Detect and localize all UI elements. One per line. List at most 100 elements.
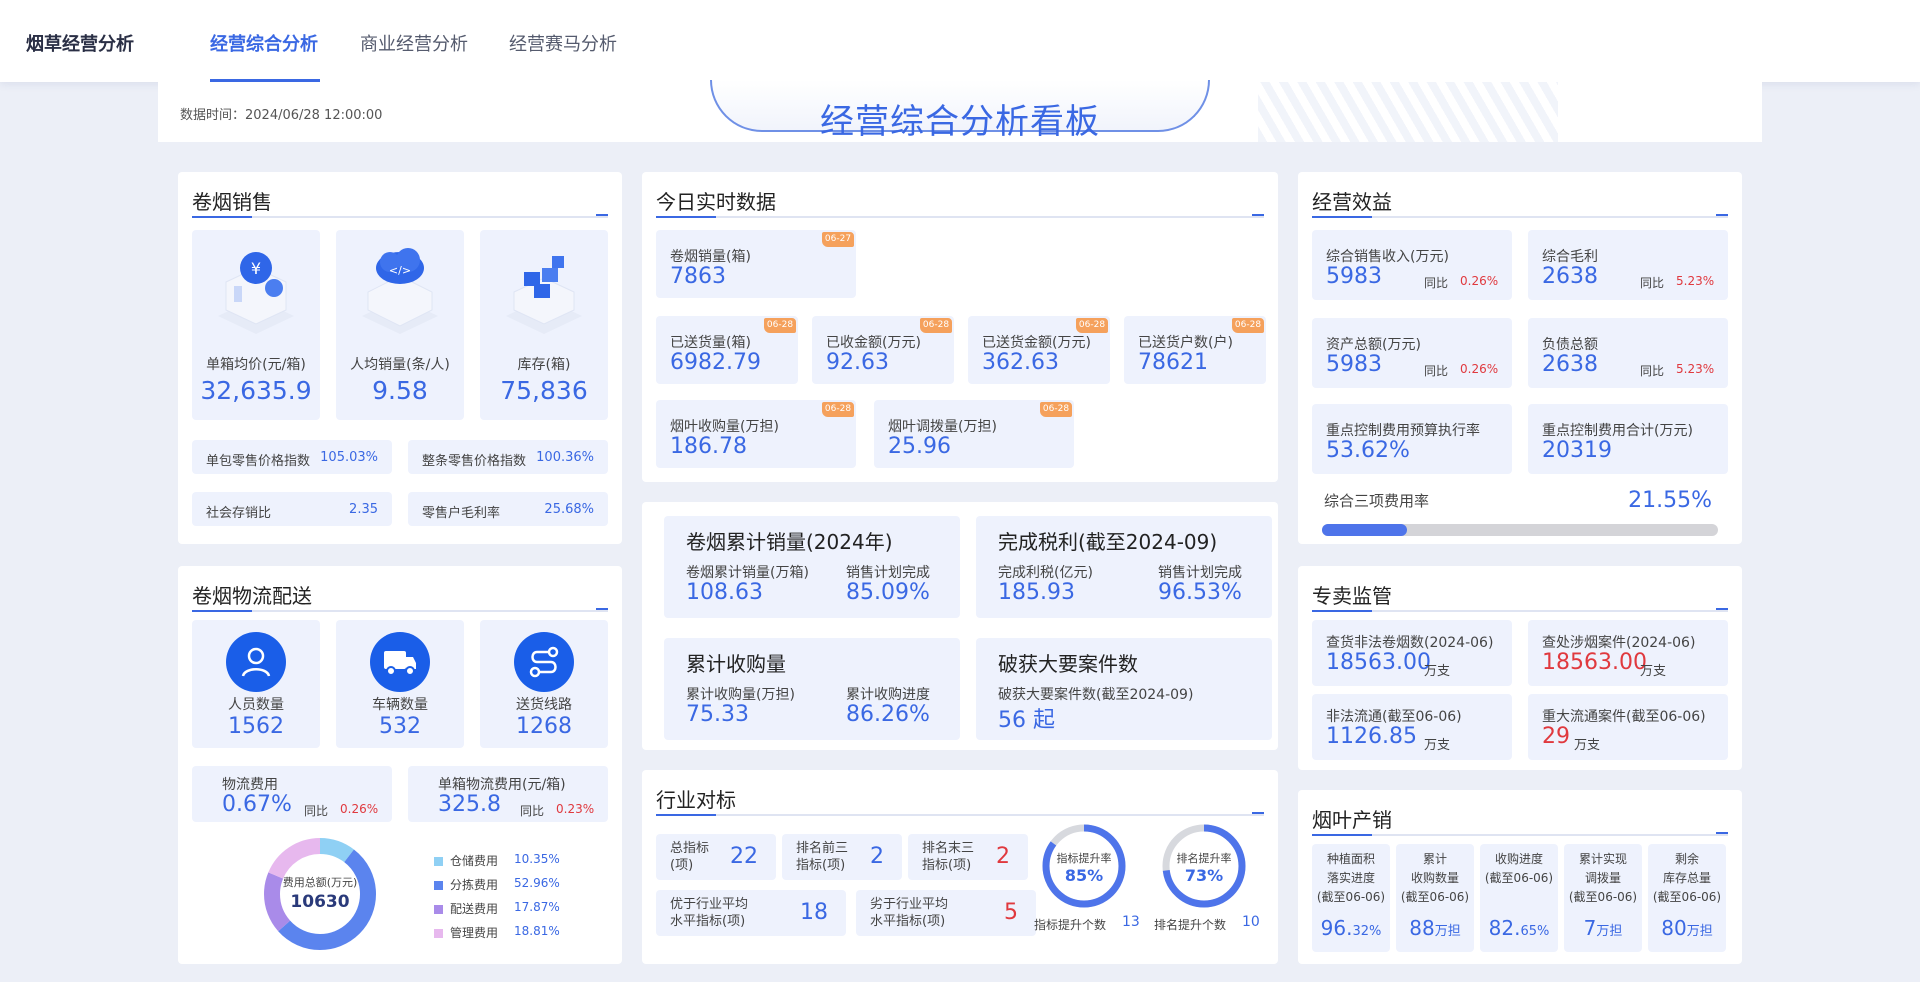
rate-label: 综合三项费用率 [1324,492,1430,510]
benchmark-label: 总指标 (项) [670,841,710,873]
legend-row: 管理费用 18.81% [434,924,604,948]
kpi-card-per-capita-sales: </> 人均销量(条/人) 9.58 [336,230,464,420]
benefit-value: 53.62% [1326,438,1410,463]
realtime-value: 186.78 [670,434,747,459]
realtime-label: 已送货量(箱) [670,335,751,351]
money-icon: ¥ [218,252,294,334]
leaf-value: 80 [1661,916,1687,940]
realtime-label: 烟叶调拨量(万担) [888,419,997,435]
benchmark-value: 2 [996,844,1010,869]
date-badge: 06-28 [1076,318,1108,333]
date-badge: 06-28 [920,318,952,333]
legend-label: 分拣费用 [450,878,499,892]
monopoly-value: 18563.00 [1326,650,1431,675]
monopoly-label: 查货非法卷烟数(2024-06) [1326,635,1494,651]
realtime-value: 362.63 [982,350,1059,375]
truck-icon [370,632,430,692]
title-tick [596,608,608,610]
panel-logistics: 卷烟物流配送 人员数量 1562 车辆数量 532 送货线路 1268 物流费用… [178,566,622,964]
benefit-label: 综合销售收入(万元) [1326,249,1449,265]
realtime-value: 6982.79 [670,350,761,375]
benefit-card: 负债总额 2638 同比 5.23% [1528,318,1728,388]
kpi-card-avg-price: ¥ 单箱均价(元/箱) 32,635.9 [192,230,320,420]
block-item-label: 销售计划完成 [1158,565,1242,581]
ring-sub-label: 排名提升个数 [1154,918,1227,932]
yoy-label: 同比 [1424,276,1449,290]
legend-swatch [434,881,443,890]
benefit-card: 综合毛利 2638 同比 5.23% [1528,230,1728,300]
tab-commercial-analysis[interactable]: 商业经营分析 [360,30,468,56]
benefit-label: 综合毛利 [1542,249,1598,265]
monopoly-unit: 万支 [1574,738,1601,753]
benefit-value: 2638 [1542,264,1598,289]
unit-cost-value: 325.8 [438,792,501,817]
block-title: 完成税利(截至2024-09) [998,530,1218,554]
page-title: 经营综合分析看板 [820,102,1100,142]
tab-race-analysis[interactable]: 经营赛马分析 [509,30,617,56]
realtime-value: 7863 [670,264,726,289]
block-title: 累计收购量 [686,652,786,676]
legend-value: 18.81% [514,924,560,938]
block-item-value: 96.53% [1158,580,1242,605]
title-tick [1252,214,1264,216]
panel-realtime: 今日实时数据 06-27 卷烟销量(箱) 7863 06-28 已送货量(箱) 6982.… [642,172,1278,482]
index-value: 25.68% [544,502,594,517]
leaf-value: 88 [1409,916,1435,940]
svg-text:¥: ¥ [251,259,261,278]
index-card: 社会存销比 2.35 [192,492,392,526]
panel-title: 今日实时数据 [656,190,776,214]
leaf-value-row: 88万担 [1396,916,1474,940]
top-nav-bar: 烟草经营分析 经营综合分析 商业经营分析 经营赛马分析 [0,0,1920,82]
monopoly-card: 查货非法卷烟数(2024-06) 18563.00 万支 [1312,620,1512,686]
block-item-value: 85.09% [846,580,930,605]
leaf-value-suffix: 万担 [1434,924,1461,939]
benchmark-card: 排名末三 指标(项) 2 [908,834,1028,880]
benchmark-value: 18 [800,900,828,925]
block-item-label: 卷烟累计销量(万箱) [686,565,809,581]
realtime-label: 已收金额(万元) [826,335,921,351]
kpi-card-inventory: 库存(箱) 75,836 [480,230,608,420]
block-title: 卷烟累计销量(2024年) [686,530,893,554]
title-divider [656,814,1264,816]
unit-cost-card: 单箱物流费用(元/箱) 325.8 同比 0.23% [408,766,608,822]
leaf-label: 累计 收购数量 (截至06-06) [1400,852,1470,904]
leaf-value: 96. [1320,916,1353,940]
legend-label: 仓储费用 [450,854,499,868]
leaf-value: 7 [1583,916,1597,940]
date-badge: 06-28 [764,318,796,333]
summary-block: 累计收购量 累计收购量(万担) 75.33 累计收购进度 86.26% [664,638,960,740]
summary-block: 破获大要案件数 破获大要案件数(截至2024-09) 56 起 [976,638,1272,740]
title-divider [1312,834,1728,836]
kpi-card-routes: 送货线路 1268 [480,620,608,748]
yoy-label: 同比 [304,804,329,818]
ring-title: 排名提升率 [1176,852,1232,865]
kpi-label: 库存(箱) [517,357,571,373]
panel-benefit: 经营效益 综合销售收入(万元) 5983 同比 0.26% 综合毛利 2638 同比 5.23… [1298,172,1742,544]
ring-percent: 85% [1064,866,1104,885]
monopoly-card: 重大流通案件(截至06-06) 29 万支 [1528,694,1728,760]
ring-sub-label: 指标提升个数 [1034,918,1107,932]
kpi-label: 送货线路 [516,697,572,713]
title-divider [1312,216,1728,218]
index-label: 整条零售价格指数 [422,454,527,469]
legend-label: 管理费用 [450,926,499,940]
legend-value: 17.87% [514,900,560,914]
benefit-card: 综合销售收入(万元) 5983 同比 0.26% [1312,230,1512,300]
realtime-label: 已送货金额(万元) [982,335,1091,351]
benchmark-label: 优于行业平均 水平指标(项) [670,897,749,929]
title-divider [656,216,1264,218]
block-title: 破获大要案件数 [998,652,1138,676]
tab-overall-analysis[interactable]: 经营综合分析 [210,30,318,56]
monopoly-unit: 万支 [1424,738,1451,753]
realtime-value: 78621 [1138,350,1208,375]
benefit-card: 重点控制费用预算执行率 53.62% [1312,404,1512,474]
leaf-value-suffix: 万担 [1596,924,1623,939]
title-divider [1312,610,1728,612]
monopoly-value: 29 [1542,724,1570,749]
legend-value: 52.96% [514,876,560,890]
leaf-label: 种植面积 落实进度 (截至06-06) [1316,852,1386,904]
summary-block: 完成税利(截至2024-09) 完成利税(亿元) 185.93 销售计划完成 96.53… [976,516,1272,618]
block-item-value: 75.33 [686,702,749,727]
yoy-value: 0.23% [556,802,595,816]
yoy-label: 同比 [1640,364,1665,378]
